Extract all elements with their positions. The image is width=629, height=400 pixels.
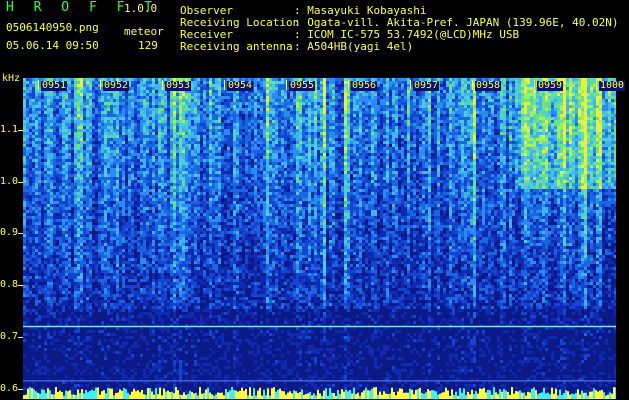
y-tick-label: 0.7 [0, 330, 19, 342]
time-label: 0951 [41, 80, 68, 91]
y-tick-label: 1.1 [0, 123, 19, 135]
spectrogram [23, 78, 616, 399]
time-tick-mark [286, 80, 287, 90]
time-tick-mark [38, 80, 39, 90]
time-tick-mark [596, 80, 597, 90]
time-tick-mark [534, 80, 535, 90]
time-label: 0958 [475, 80, 502, 91]
time-tick-mark [472, 80, 473, 90]
time-tick-mark [224, 80, 225, 90]
spectrogram-image [23, 78, 616, 399]
time-tick-mark [410, 80, 411, 90]
info-label-antenna: Receiving antenna [180, 40, 293, 53]
time-tick-mark [100, 80, 101, 90]
time-tick-mark [348, 80, 349, 90]
file-name: 0506140950.png [6, 21, 99, 34]
time-label: 0957 [413, 80, 440, 91]
y-tick-label: 0.8 [0, 279, 19, 291]
app-version: 1.0.0 [124, 2, 158, 15]
time-tick-mark [162, 80, 163, 90]
time-label: 0956 [351, 80, 378, 91]
detection-label: meteor [124, 25, 164, 38]
time-label: 0953 [165, 80, 192, 91]
time-label: 0959 [537, 80, 564, 91]
time-label: 0955 [289, 80, 316, 91]
y-tick-label: 1.0 [0, 175, 19, 187]
y-axis-unit: kHz [2, 73, 21, 84]
file-datetime: 05.06.14 09:50 [6, 39, 99, 52]
y-tick-label: 0.6 [0, 382, 19, 394]
time-label: 1000 [599, 80, 626, 91]
info-value-antenna: : A504HB(yagi 4el) [294, 40, 414, 53]
y-tick-label: 0.9 [0, 227, 19, 239]
detection-count: 129 [138, 39, 158, 52]
time-label: 0952 [103, 80, 130, 91]
header-panel: H R O F F T 1.0.0 0506140950.png meteor … [0, 0, 629, 84]
time-label: 0954 [227, 80, 254, 91]
